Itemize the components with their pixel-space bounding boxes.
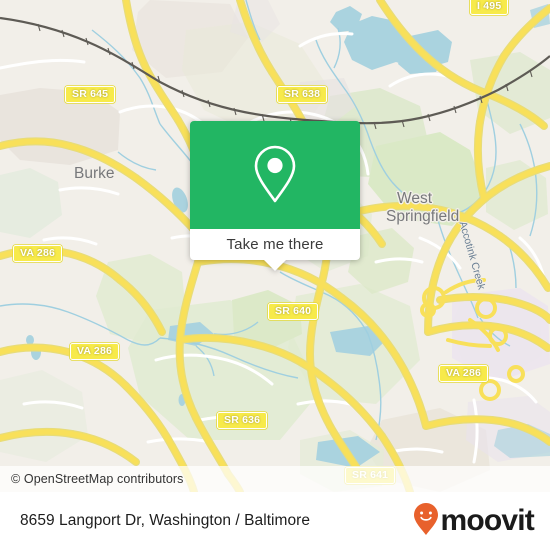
map-attribution: © OpenStreetMap contributors [0, 466, 550, 492]
attribution-text: © OpenStreetMap contributors [11, 472, 184, 486]
road-shield-va286-southeast: VA 286 [439, 365, 489, 382]
road-shield-i495: I 495 [470, 0, 509, 15]
map-pin-icon [248, 143, 302, 207]
road-shield-sr636: SR 636 [217, 412, 268, 429]
callout-header [190, 121, 360, 229]
moovit-wordmark: moovit [440, 504, 534, 537]
take-me-there-label: Take me there [226, 236, 324, 253]
address-title: 8659 Langport Dr, Washington / Baltimore [20, 512, 311, 529]
take-me-there-callout[interactable]: Take me there [190, 121, 360, 271]
road-shield-sr638: SR 638 [277, 86, 328, 103]
map-screenshot: Burke West Springfield Accotink Creek I … [0, 0, 550, 550]
footer-bar: 8659 Langport Dr, Washington / Baltimore… [0, 492, 550, 550]
road-shield-va286-west: VA 286 [13, 245, 63, 262]
moovit-logo[interactable]: moovit [413, 502, 550, 541]
callout-tail [264, 260, 286, 271]
road-shield-sr645: SR 645 [65, 86, 116, 103]
road-shield-sr640: SR 640 [268, 303, 319, 320]
callout-action[interactable]: Take me there [190, 229, 360, 260]
moovit-pin-icon [413, 502, 439, 541]
road-shield-va286-southwest: VA 286 [70, 343, 120, 360]
